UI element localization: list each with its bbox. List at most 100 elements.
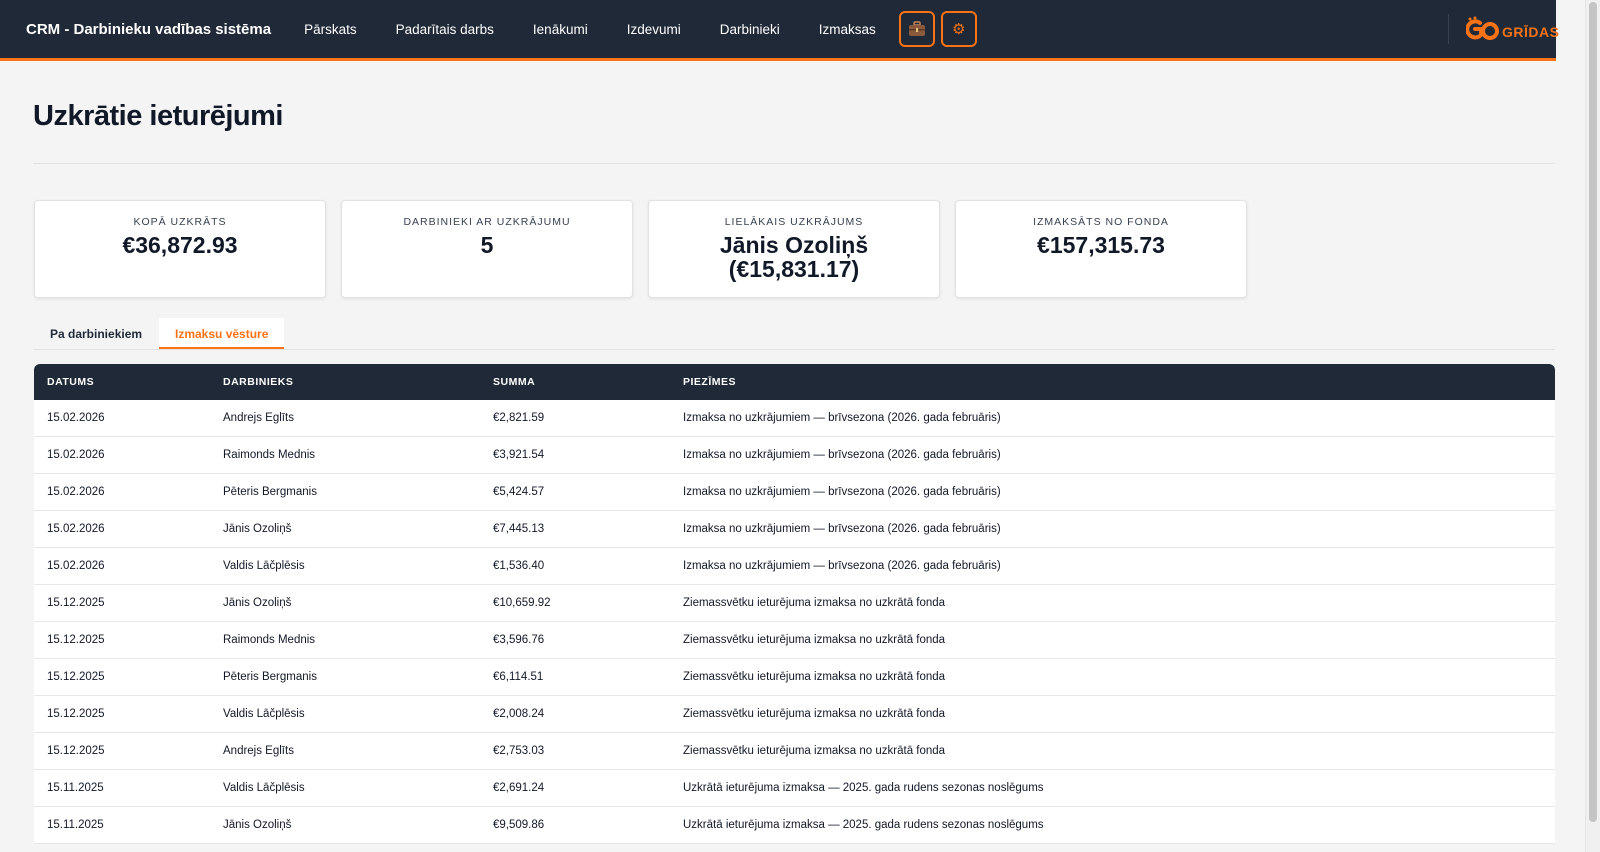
- briefcase-icon: [908, 21, 925, 36]
- cell-amount: €3,921.54: [493, 449, 545, 461]
- cell-employee: Valdis Lāčplēsis: [223, 560, 305, 572]
- cell-employee: Jānis Ozoliņš: [223, 597, 292, 609]
- cell-notes: Izmaksa no uzkrājumiem — brīvsezona (202…: [683, 486, 1001, 498]
- logo-mark-icon: [1466, 16, 1499, 40]
- cell-notes: Ziemassvētku ieturējuma izmaksa no uzkrā…: [683, 597, 946, 609]
- stat-label: LIELĀKAIS UZKRĀJUMS: [724, 216, 864, 228]
- stat-label: DARBINIEKI AR UZKRĀJUMU: [403, 216, 571, 228]
- table-row[interactable]: 15.12.2025 Jānis Ozoliņš €10,659.92 Ziemass…: [34, 585, 1555, 622]
- cell-employee: Jānis Ozoliņš: [223, 523, 292, 535]
- main-nav: Pārskats Padarītais darbs Ienākumi Izdev…: [304, 11, 983, 47]
- cell-date: 15.12.2025: [47, 597, 105, 609]
- stat-value: €36,872.93: [122, 232, 238, 258]
- cell-amount: €2,691.24: [493, 782, 545, 794]
- nav-item-padaritais-darbs[interactable]: Padarītais darbs: [396, 22, 494, 37]
- stat-card-total-accrued: KOPĀ UZKRĀTS €36,872.93: [34, 200, 326, 298]
- navbar-divider: [1448, 14, 1449, 44]
- table-body: 15.02.2026 Andrejs Eglīts €2,821.59 Izmaksa…: [34, 400, 1555, 844]
- title-divider: [33, 163, 1555, 164]
- cell-employee: Valdis Lāčplēsis: [223, 708, 305, 720]
- stat-card-largest-accrual: LIELĀKAIS UZKRĀJUMS Jānis Ozoliņš (€15,8…: [648, 200, 940, 298]
- nav-item-izdevumi[interactable]: Izdevumi: [627, 22, 681, 37]
- scrollbar-thumb[interactable]: [1589, 2, 1597, 822]
- table-row[interactable]: 15.02.2026 Jānis Ozoliņš €7,445.13 Izmaksa …: [34, 511, 1555, 548]
- stat-label: IZMAKSĀTS NO FONDA: [1033, 216, 1169, 228]
- cell-date: 15.02.2026: [47, 523, 105, 535]
- cell-notes: Uzkrātā ieturējuma izmaksa — 2025. gada …: [683, 782, 1044, 794]
- top-navbar: CRM - Darbinieku vadības sistēma Pārskat…: [0, 0, 1559, 61]
- stat-value: €157,315.73: [1037, 232, 1165, 258]
- cell-amount: €3,596.76: [493, 634, 545, 646]
- table-row[interactable]: 15.12.2025 Andrejs Eglīts €2,753.03 Ziemass…: [34, 733, 1555, 770]
- column-header-employee[interactable]: DARBINIEKS: [223, 376, 493, 388]
- cell-amount: €7,445.13: [493, 523, 545, 535]
- cell-employee: Andrejs Eglīts: [223, 745, 294, 757]
- cell-employee: Raimonds Mednis: [223, 449, 316, 461]
- table-row[interactable]: 15.02.2026 Raimonds Mednis €3,921.54 Izmaks…: [34, 437, 1555, 474]
- page-title: Uzkrātie ieturējumi: [33, 100, 283, 132]
- table-row[interactable]: 15.12.2025 Pēteris Bergmanis €6,114.51 Ziem…: [34, 659, 1555, 696]
- stat-card-employees-with-accrual: DARBINIEKI AR UZKRĀJUMU 5: [341, 200, 633, 298]
- cell-amount: €1,536.40: [493, 560, 545, 572]
- cell-amount: €9,509.86: [493, 819, 545, 831]
- cell-notes: Ziemassvētku ieturējuma izmaksa no uzkrā…: [683, 634, 946, 646]
- cell-date: 15.02.2026: [47, 560, 105, 572]
- cell-notes: Ziemassvētku ieturējuma izmaksa no uzkrā…: [683, 745, 946, 757]
- table-row[interactable]: 15.02.2026 Pēteris Bergmanis €5,424.57 Izma…: [34, 474, 1555, 511]
- table-row[interactable]: 15.11.2025 Valdis Lāčplēsis €2,691.24 Uzkrā…: [34, 770, 1555, 807]
- cell-notes: Izmaksa no uzkrājumiem — brīvsezona (202…: [683, 412, 1001, 424]
- nav-item-ienakumi[interactable]: Ienākumi: [533, 22, 588, 37]
- table-row[interactable]: 15.12.2025 Valdis Lāčplēsis €2,008.24 Ziema…: [34, 696, 1555, 733]
- cell-date: 15.12.2025: [47, 745, 105, 757]
- tab-by-employee[interactable]: Pa darbiniekiem: [34, 318, 158, 349]
- logo-text: GRĪDAS: [1502, 24, 1560, 40]
- cell-notes: Izmaksa no uzkrājumiem — brīvsezona (202…: [683, 560, 1001, 572]
- table-header: DATUMS DARBINIEKS SUMMA PIEZĪMES: [34, 364, 1555, 400]
- cell-amount: €2,753.03: [493, 745, 545, 757]
- column-header-notes[interactable]: PIEZĪMES: [683, 376, 1555, 388]
- cell-amount: €6,114.51: [493, 671, 544, 683]
- cell-date: 15.12.2025: [47, 671, 105, 683]
- tab-payout-history[interactable]: Izmaksu vēsture: [159, 318, 285, 349]
- cell-date: 15.11.2025: [47, 819, 104, 831]
- table-row[interactable]: 15.02.2026 Valdis Lāčplēsis €1,536.40 Izmak…: [34, 548, 1555, 585]
- table-row[interactable]: 15.02.2026 Andrejs Eglīts €2,821.59 Izmaksa…: [34, 400, 1555, 437]
- cell-notes: Izmaksa no uzkrājumiem — brīvsezona (202…: [683, 449, 1001, 461]
- cell-notes: Ziemassvētku ieturējuma izmaksa no uzkrā…: [683, 671, 946, 683]
- stat-label: KOPĀ UZKRĀTS: [133, 216, 227, 228]
- table-row[interactable]: 15.11.2025 Jānis Ozoliņš €9,509.86 Uzkrātā …: [34, 807, 1555, 844]
- cell-notes: Izmaksa no uzkrājumiem — brīvsezona (202…: [683, 523, 1001, 535]
- cell-employee: Pēteris Bergmanis: [223, 671, 317, 683]
- company-logo[interactable]: GRĪDAS: [1466, 16, 1559, 42]
- nav-item-izmaksas[interactable]: Izmaksas: [819, 22, 876, 37]
- column-header-amount[interactable]: SUMMA: [493, 376, 683, 388]
- cell-amount: €10,659.92: [493, 597, 551, 609]
- cell-date: 15.02.2026: [47, 486, 105, 498]
- app-brand[interactable]: CRM - Darbinieku vadības sistēma: [26, 21, 271, 38]
- cell-date: 15.11.2025: [47, 782, 104, 794]
- column-header-date[interactable]: DATUMS: [34, 376, 223, 388]
- nav-item-parskats[interactable]: Pārskats: [304, 22, 357, 37]
- briefcase-button[interactable]: [898, 11, 935, 47]
- cell-employee: Valdis Lāčplēsis: [223, 782, 305, 794]
- cell-notes: Uzkrātā ieturējuma izmaksa — 2025. gada …: [683, 819, 1044, 831]
- cell-date: 15.02.2026: [47, 412, 105, 424]
- cell-date: 15.02.2026: [47, 449, 105, 461]
- stat-value: Jānis Ozoliņš (€15,831.17): [719, 232, 869, 282]
- cell-amount: €5,424.57: [493, 486, 545, 498]
- nav-item-darbinieki[interactable]: Darbinieki: [720, 22, 780, 37]
- cell-date: 15.12.2025: [47, 634, 105, 646]
- stat-card-paid-from-fund: IZMAKSĀTS NO FONDA €157,315.73: [955, 200, 1247, 298]
- cell-employee: Pēteris Bergmanis: [223, 486, 317, 498]
- cell-date: 15.12.2025: [47, 708, 105, 720]
- settings-button[interactable]: ⚙: [940, 11, 977, 47]
- tabs-divider: [33, 349, 1555, 350]
- page-scrollbar[interactable]: [1585, 0, 1600, 852]
- payout-history-table: DATUMS DARBINIEKS SUMMA PIEZĪMES 15.02.2…: [34, 364, 1555, 844]
- table-row[interactable]: 15.12.2025 Raimonds Mednis €3,596.76 Ziemas…: [34, 622, 1555, 659]
- cell-employee: Raimonds Mednis: [223, 634, 316, 646]
- cell-employee: Jānis Ozoliņš: [223, 819, 292, 831]
- gear-icon: ⚙: [952, 20, 966, 38]
- stat-value: 5: [480, 232, 494, 258]
- cell-notes: Ziemassvētku ieturējuma izmaksa no uzkrā…: [683, 708, 946, 720]
